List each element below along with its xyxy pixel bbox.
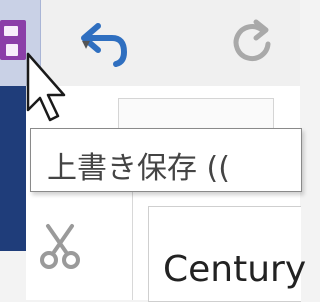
font-name-combobox[interactable]: Century [148, 206, 306, 302]
cut-icon [40, 224, 80, 269]
save-icon [0, 20, 26, 60]
cursor-icon [26, 52, 66, 122]
font-name-value: Century [163, 249, 307, 290]
cut-button[interactable] [36, 222, 84, 270]
redo-button[interactable] [228, 18, 278, 68]
file-tab-panel [0, 86, 26, 251]
tooltip-text: 上書き保存 (( [47, 151, 230, 186]
save-tooltip: 上書き保存 (( [30, 128, 302, 192]
group-divider [132, 184, 133, 300]
dropdown-arrow-icon[interactable]: ▾ [82, 34, 90, 53]
redo-icon [233, 19, 271, 62]
